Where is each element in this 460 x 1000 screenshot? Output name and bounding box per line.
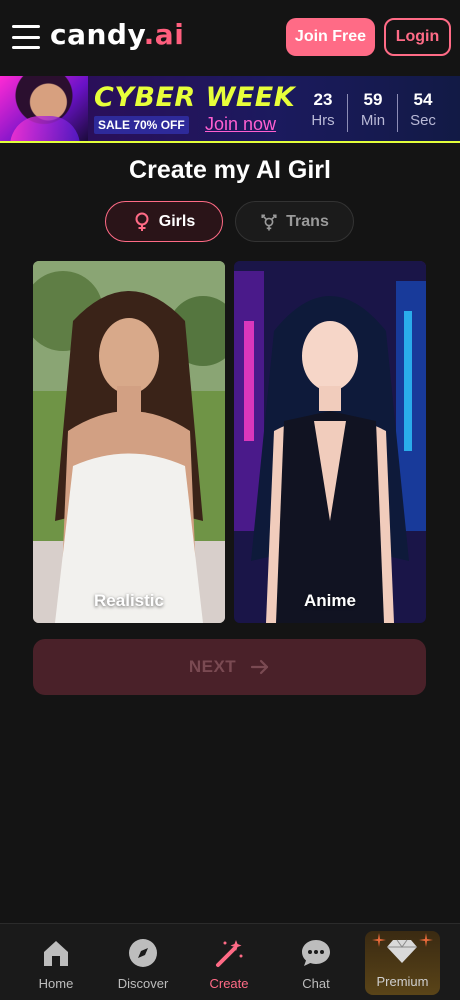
style-card-label: Anime	[304, 591, 356, 610]
page-title: Create my AI Girl	[129, 156, 331, 184]
nav-label: Create	[209, 976, 249, 991]
next-button-label: NEXT	[188, 657, 237, 676]
diamond-icon	[387, 939, 417, 963]
countdown-seconds: 54 Sec	[404, 90, 442, 129]
home-icon	[44, 941, 68, 966]
countdown-divider	[397, 94, 398, 132]
promo-banner[interactable]: CYBER WEEK SALE 70% OFF Join now 23 Hrs …	[0, 76, 460, 143]
style-card-label: Realistic	[94, 591, 164, 610]
nav-label: Discover	[117, 976, 169, 991]
countdown-divider	[347, 94, 348, 132]
realistic-girl-image	[33, 261, 225, 623]
next-button[interactable]: NEXT	[33, 639, 426, 695]
magic-wand-icon	[216, 940, 243, 967]
nav-item-premium[interactable]: Premium	[365, 931, 440, 995]
countdown-minutes-value: 59	[363, 90, 383, 109]
tab-girls[interactable]: Girls	[105, 201, 223, 242]
countdown-seconds-unit: Sec	[410, 112, 436, 129]
countdown-seconds-value: 54	[413, 90, 433, 109]
sparkle-icon	[372, 933, 386, 947]
tab-girls-label: Girls	[158, 212, 196, 230]
sparkle-icon	[419, 933, 433, 947]
join-now-link[interactable]: Join now	[205, 114, 276, 135]
login-button[interactable]: Login	[384, 18, 451, 56]
nav-label: Home	[38, 976, 74, 991]
logo-dot: .	[143, 18, 155, 51]
hamburger-menu-icon[interactable]	[12, 25, 42, 49]
transgender-icon	[261, 213, 277, 231]
nav-item-chat[interactable]: Chat	[276, 936, 356, 991]
countdown-minutes: 59 Min	[354, 90, 392, 129]
style-card-realistic[interactable]: Realistic	[33, 261, 225, 623]
tab-trans-label: Trans	[286, 212, 329, 230]
countdown-hours-value: 23	[313, 90, 333, 109]
banner-character-image	[0, 76, 88, 141]
logo[interactable]: candy.ai	[50, 18, 184, 51]
anime-girl-image	[234, 261, 426, 623]
nav-item-create[interactable]: Create	[189, 936, 269, 991]
nav-label: Chat	[302, 976, 330, 991]
chat-bubble-icon	[302, 940, 330, 966]
arrow-right-icon	[251, 659, 269, 675]
compass-icon	[129, 939, 157, 967]
tab-trans[interactable]: Trans	[235, 201, 354, 242]
style-card-anime[interactable]: Anime	[234, 261, 426, 623]
logo-tld: ai	[154, 18, 185, 51]
nav-item-home[interactable]: Home	[16, 936, 96, 991]
banner-headline: CYBER WEEK	[94, 82, 296, 113]
countdown-hours-unit: Hrs	[311, 112, 335, 129]
countdown-minutes-unit: Min	[360, 112, 386, 129]
nav-item-discover[interactable]: Discover	[103, 936, 183, 991]
nav-label: Premium	[376, 974, 429, 989]
sale-badge: SALE 70% OFF	[94, 116, 189, 134]
logo-main: candy	[50, 18, 144, 51]
bottom-nav: Home Discover Create Chat Premium	[0, 923, 460, 1000]
join-free-button[interactable]: Join Free	[286, 18, 375, 56]
countdown-hours: 23 Hrs	[304, 90, 342, 129]
female-icon	[135, 212, 149, 231]
top-header: candy.ai Join Free Login	[0, 0, 460, 76]
